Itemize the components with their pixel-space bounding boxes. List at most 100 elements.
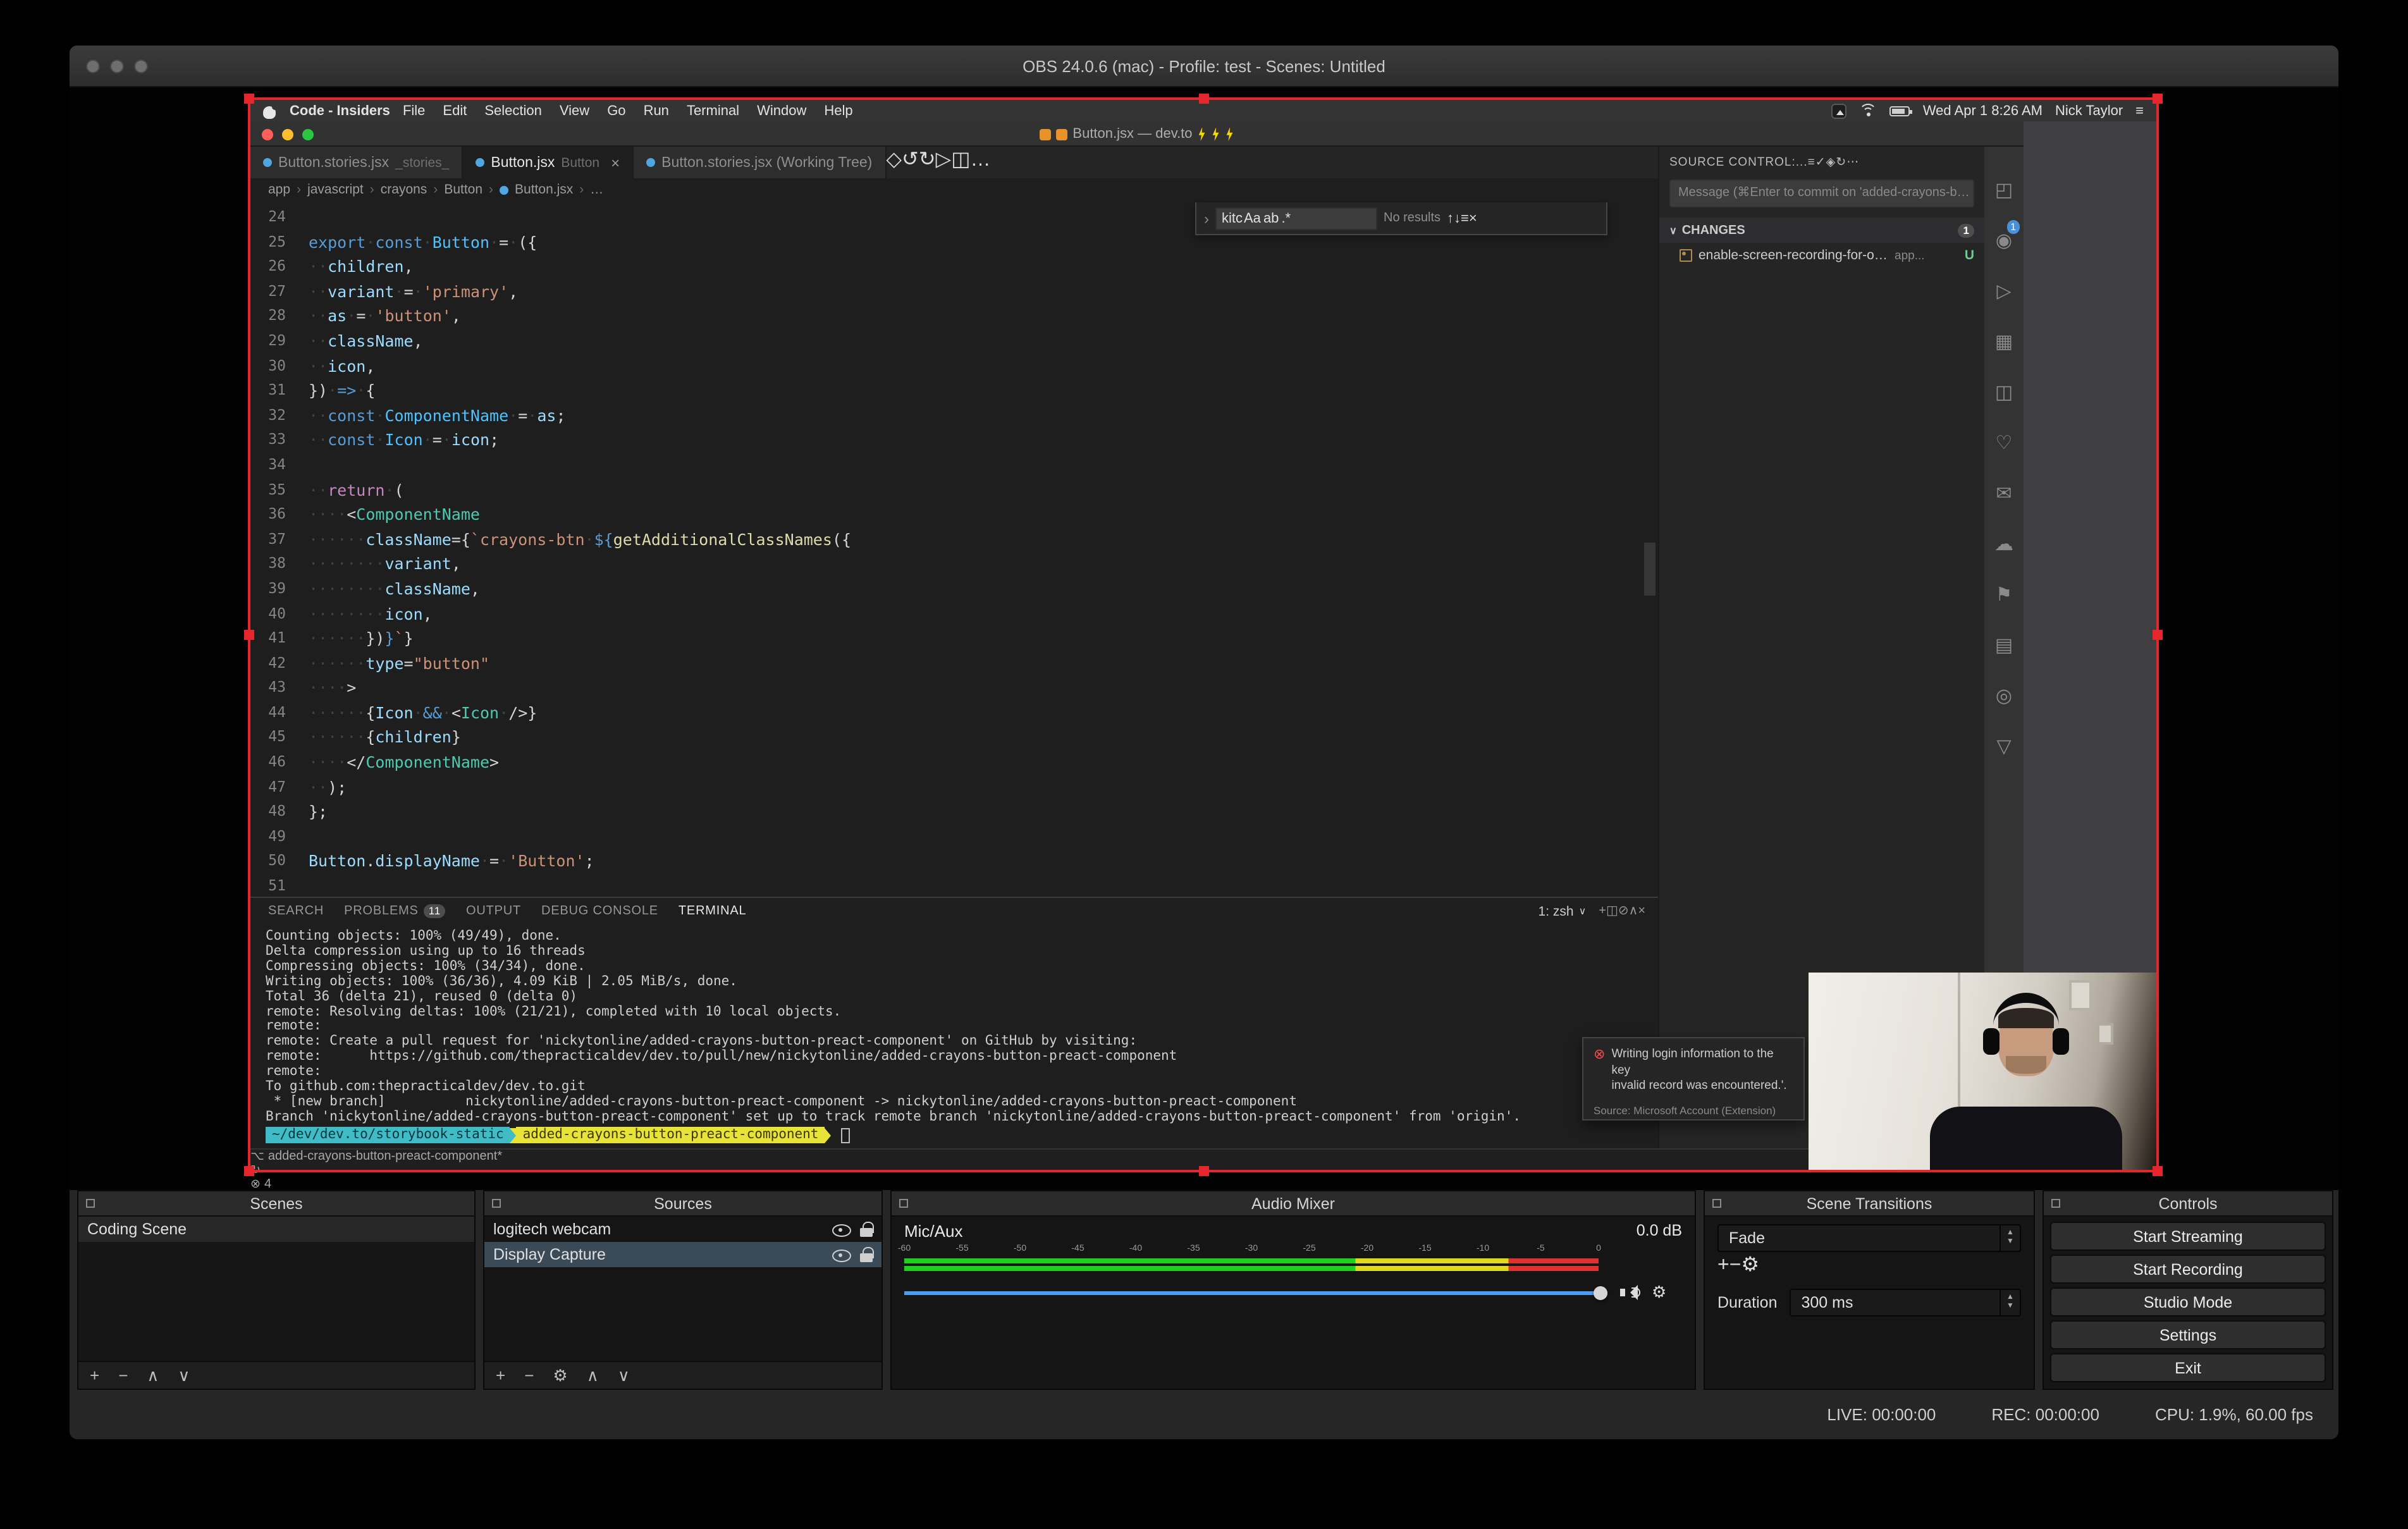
menubar-user[interactable]: Nick Taylor	[2055, 103, 2123, 118]
apple-menu-icon[interactable]	[263, 102, 277, 119]
settings-button[interactable]: Settings	[2050, 1320, 2326, 1349]
notes-icon[interactable]: ▤	[1984, 620, 2024, 670]
editor-action-icon[interactable]: …	[970, 149, 990, 171]
panel-tab-debug-console[interactable]: DEBUG CONSOLE	[541, 897, 658, 924]
scene-item[interactable]: Coding Scene	[78, 1217, 474, 1242]
sources-toolbar-icon[interactable]: +	[496, 1361, 505, 1389]
breadcrumb-item[interactable]: app	[268, 182, 290, 197]
menu-extra-icon[interactable]	[1832, 103, 1847, 118]
menu-view[interactable]: View	[560, 103, 589, 118]
menu-help[interactable]: Help	[824, 103, 852, 118]
source-item[interactable]: Display Capture	[484, 1242, 882, 1267]
transition-select[interactable]: Fade ▲▼	[1717, 1224, 2021, 1252]
editor-action-icon[interactable]: ↻	[919, 149, 936, 171]
menu-selection[interactable]: Selection	[484, 103, 542, 118]
transition-toolbar-icon[interactable]: −	[1729, 1255, 1742, 1276]
editor-tab[interactable]: Button.jsxButton×	[463, 147, 634, 178]
breadcrumb-item[interactable]: crayons	[381, 182, 427, 197]
docs-icon[interactable]: ▽	[1984, 721, 2024, 771]
menu-window[interactable]: Window	[757, 103, 806, 118]
sources-dock-header[interactable]: Sources	[484, 1191, 882, 1217]
obs-titlebar[interactable]: OBS 24.0.6 (mac) - Profile: test - Scene…	[70, 46, 2338, 87]
sponsor-icon[interactable]: ♡	[1984, 417, 2024, 468]
mail-icon[interactable]: ✉	[1984, 468, 2024, 519]
scm-header-icon[interactable]: ⋯	[1846, 155, 1859, 169]
webcam-source[interactable]	[1809, 973, 2156, 1170]
menu-run[interactable]: Run	[644, 103, 669, 118]
scm-changes-section[interactable]: ∨ CHANGES 1	[1659, 218, 1984, 243]
breadcrumb-item[interactable]: …	[590, 182, 603, 197]
find-toggle-icon[interactable]: .*	[1280, 211, 1292, 226]
breadcrumb-item[interactable]: Button	[444, 182, 482, 197]
sources-toolbar-icon[interactable]: ∨	[618, 1361, 630, 1389]
studio-mode-button[interactable]: Studio Mode	[2050, 1287, 2326, 1317]
code-editor[interactable]: 2425export·const·Button·=·({26··children…	[250, 201, 1658, 897]
menu-file[interactable]: File	[403, 103, 425, 118]
visibility-eye-icon[interactable]	[832, 1246, 850, 1263]
panel-action-icon[interactable]: ◫	[1606, 904, 1618, 918]
editor-tab[interactable]: Button.stories.jsx_stories_	[250, 147, 463, 178]
scm-header-icon[interactable]: ✓	[1815, 155, 1826, 169]
source-item[interactable]: logitech webcam	[484, 1217, 882, 1242]
accounts-icon[interactable]: ◉1	[1984, 215, 2024, 266]
remote-icon[interactable]: ☁	[1984, 519, 2024, 569]
mixer-dock-header[interactable]: Audio Mixer	[892, 1191, 1695, 1217]
spinbox-stepper-icon[interactable]: ▲▼	[2000, 1290, 2020, 1315]
find-expand-icon[interactable]: ›	[1204, 209, 1209, 227]
transition-toolbar-icon[interactable]: +	[1717, 1255, 1729, 1276]
start-streaming-button[interactable]: Start Streaming	[2050, 1222, 2326, 1251]
battery-icon[interactable]	[1890, 106, 1910, 116]
terminal[interactable]: Counting objects: 100% (49/49), done.Del…	[250, 923, 1658, 1148]
extensions-icon[interactable]: ▦	[1984, 316, 2024, 367]
status-error-icon[interactable]: ⊗4	[250, 1177, 2024, 1190]
sources-toolbar-icon[interactable]: ∧	[587, 1361, 599, 1389]
scenes-toolbar-icon[interactable]: ∨	[178, 1361, 190, 1389]
editor-action-icon[interactable]: ↺	[902, 149, 919, 171]
scm-header-icon[interactable]: ↻	[1836, 155, 1846, 169]
scene-preview[interactable]: Code - Insiders FileEditSelectionViewGoR…	[70, 87, 2338, 1190]
editor-action-icon[interactable]: ◇	[886, 149, 902, 171]
lock-icon[interactable]	[860, 1221, 873, 1237]
app-menu-title[interactable]: Code - Insiders	[290, 103, 390, 118]
panel-action-icon[interactable]: ⊘	[1618, 904, 1629, 918]
panel-tab-search[interactable]: SEARCH	[268, 897, 324, 924]
panel-tab-problems[interactable]: PROBLEMS11	[344, 897, 446, 924]
find-action-icon[interactable]: ↑	[1447, 211, 1454, 226]
preview-icon[interactable]: ◫	[1984, 367, 2024, 417]
find-toggle-icon[interactable]: Aa	[1243, 211, 1262, 226]
scm-header-icon[interactable]: ◈	[1826, 155, 1836, 169]
editor-scrollbar[interactable]	[1644, 543, 1656, 596]
scenes-dock-header[interactable]: Scenes	[78, 1191, 474, 1217]
find-action-icon[interactable]: ≡	[1461, 211, 1469, 226]
find-input[interactable]: kitc Aaab.*	[1215, 207, 1377, 230]
bookmarks-icon[interactable]: ⚑	[1984, 569, 2024, 620]
wifi-icon[interactable]	[1860, 104, 1877, 118]
status-git-branch-icon[interactable]: ⌥added-crayons-button-preact-component*	[250, 1150, 2024, 1164]
editor-action-icon[interactable]: ▷	[936, 149, 952, 171]
scm-header-icon[interactable]: ≡	[1808, 155, 1815, 169]
menu-go[interactable]: Go	[607, 103, 625, 118]
mute-speaker-icon[interactable]	[1620, 1285, 1639, 1300]
sources-toolbar-icon[interactable]: ⚙	[553, 1361, 567, 1389]
menu-terminal[interactable]: Terminal	[687, 103, 739, 118]
panel-tab-terminal[interactable]: TERMINAL	[679, 897, 747, 924]
duration-spinbox[interactable]: 300 ms ▲▼	[1790, 1289, 2022, 1317]
panel-action-icon[interactable]: ∧	[1629, 904, 1638, 918]
volume-slider-thumb[interactable]	[1594, 1286, 1607, 1299]
find-action-icon[interactable]: ×	[1469, 211, 1477, 226]
transitions-dock-header[interactable]: Scene Transitions	[1705, 1191, 2034, 1217]
panel-action-icon[interactable]: ×	[1638, 904, 1645, 918]
vscode-titlebar[interactable]: Button.jsx — dev.to	[250, 121, 2024, 147]
notification-toast[interactable]: ⊗ Writing login information to the key i…	[1582, 1037, 1805, 1121]
find-action-icon[interactable]: ↓	[1454, 211, 1461, 226]
scenes-toolbar-icon[interactable]: +	[90, 1361, 99, 1389]
select-stepper-icon[interactable]: ▲▼	[2000, 1225, 2020, 1251]
sources-toolbar-icon[interactable]: −	[524, 1361, 534, 1389]
editor-action-icon[interactable]: ◫	[951, 149, 970, 171]
menubar-clock[interactable]: Wed Apr 1 8:26 AM	[1923, 103, 2042, 118]
explorer-icon[interactable]: ◰	[1984, 164, 2024, 215]
panel-action-icon[interactable]: +	[1599, 904, 1606, 918]
control-center-icon[interactable]: ≡	[2135, 103, 2144, 118]
close-tab-icon[interactable]: ×	[611, 154, 620, 171]
run-debug-icon[interactable]: ▷	[1984, 266, 2024, 316]
